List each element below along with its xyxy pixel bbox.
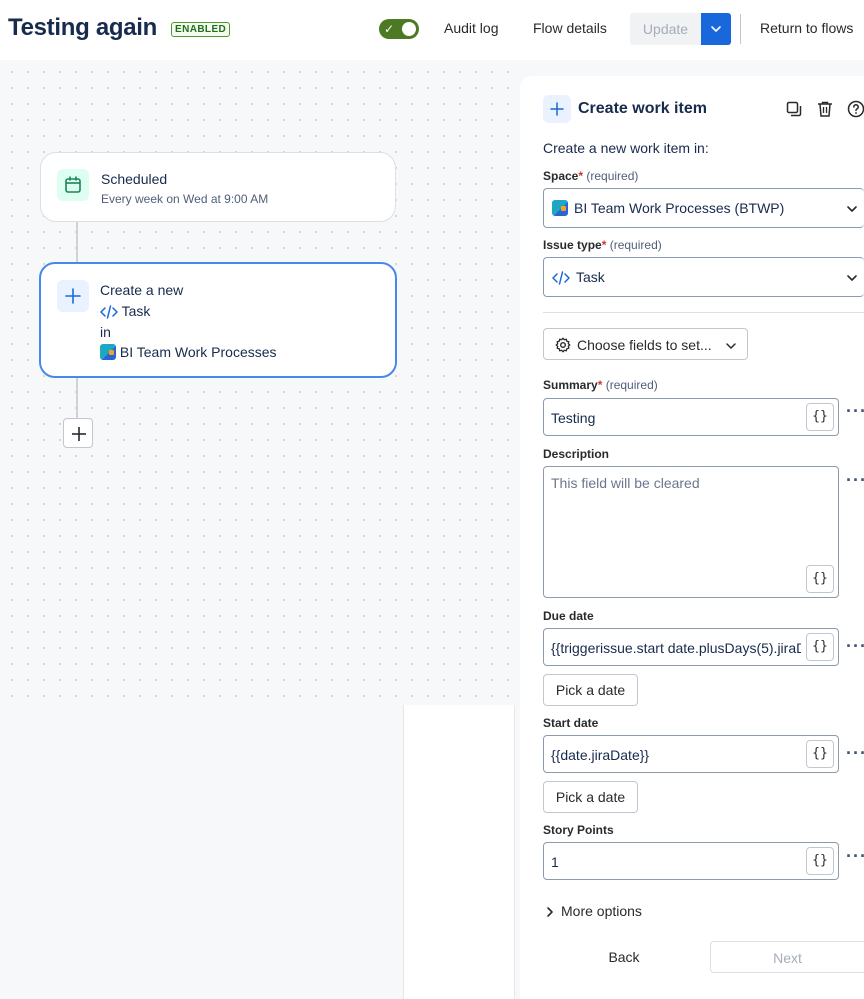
connector-line [76, 378, 78, 418]
plus-icon [57, 280, 89, 312]
smart-value-button[interactable]: {} [806, 565, 834, 593]
header-divider [740, 14, 741, 44]
space-required: (required) [586, 169, 639, 183]
issue-type-select-value: Task [552, 269, 605, 288]
duplicate-button[interactable] [785, 100, 803, 123]
smart-value-button[interactable]: {} [806, 633, 834, 661]
smart-value-button[interactable]: {} [806, 847, 834, 875]
back-button[interactable]: Back [543, 941, 705, 973]
issue-type-label: Issue type* (required) [543, 238, 662, 252]
issue-type-select[interactable]: Task [543, 257, 864, 297]
action-line-3: in [100, 324, 111, 340]
trigger-subtitle: Every week on Wed at 9:00 AM [101, 192, 269, 206]
choose-fields-label: Choose fields to set... [577, 337, 712, 353]
issue-type-select-text: Task [576, 269, 605, 285]
trigger-node-scheduled[interactable]: Scheduled Every week on Wed at 9:00 AM [40, 152, 396, 222]
summary-more-button[interactable]: ··· [846, 401, 864, 422]
toggle-knob [402, 22, 416, 36]
summary-input[interactable] [551, 408, 801, 428]
connector-line [76, 222, 78, 264]
chevron-down-icon [847, 275, 857, 281]
flow-details-link[interactable]: Flow details [533, 20, 607, 36]
calendar-icon [57, 169, 89, 201]
help-icon [847, 100, 864, 118]
start-date-field: {} [543, 735, 839, 773]
enabled-toggle[interactable]: ✓ [379, 19, 419, 39]
start-date-label: Start date [543, 716, 599, 730]
trash-icon [818, 101, 832, 117]
action-space: BI Team Work Processes [100, 344, 277, 360]
due-date-input[interactable] [551, 638, 801, 658]
smart-value-button[interactable]: {} [806, 403, 834, 431]
space-label-text: Space [543, 169, 579, 183]
due-date-more-button[interactable]: ··· [846, 636, 864, 657]
due-date-field: {} [543, 628, 839, 666]
description-input[interactable] [551, 475, 801, 555]
chevron-right-icon [547, 907, 553, 917]
more-options-toggle[interactable]: More options [545, 903, 642, 919]
page-title: Testing again [8, 14, 158, 41]
due-date-pick-button[interactable]: Pick a date [543, 674, 638, 706]
action-node-create-work-item[interactable]: Create a new Task in BI Team Work Proces… [39, 262, 397, 378]
update-options-button[interactable] [701, 13, 731, 45]
start-date-input[interactable] [551, 745, 801, 765]
action-space-label: BI Team Work Processes [119, 344, 277, 360]
story-points-label: Story Points [543, 823, 614, 837]
trigger-title: Scheduled [101, 171, 168, 187]
action-line-1: Create a new [100, 282, 184, 298]
action-issue-type-label: Task [121, 303, 151, 319]
more-options-label: More options [561, 903, 642, 919]
status-badge: ENABLED [171, 22, 231, 37]
chevron-down-icon [711, 26, 721, 32]
due-date-label: Due date [543, 609, 594, 623]
story-points-field: {} [543, 842, 839, 880]
story-points-more-button[interactable]: ··· [846, 846, 864, 867]
smart-value-button[interactable]: {} [806, 740, 834, 768]
space-select-text: BI Team Work Processes (BTWP) [574, 200, 785, 216]
description-field: {} [543, 466, 839, 598]
delete-button[interactable] [816, 100, 834, 123]
start-date-pick-button[interactable]: Pick a date [543, 781, 638, 813]
return-to-flows-link[interactable]: Return to flows [760, 20, 853, 36]
space-label: Space* (required) [543, 169, 639, 183]
gear-icon [555, 337, 571, 353]
chevron-down-icon [847, 206, 857, 212]
summary-field: {} [543, 398, 839, 436]
issue-type-label-text: Issue type [543, 238, 602, 252]
plus-icon [543, 95, 571, 123]
summary-required: (required) [605, 378, 658, 392]
space-icon [552, 200, 568, 216]
space-icon [100, 344, 116, 360]
chevron-down-icon [726, 343, 736, 349]
task-code-icon [552, 271, 570, 288]
action-issue-type: Task [100, 303, 150, 322]
panel-intro: Create a new work item in: [543, 140, 709, 156]
task-code-icon [100, 305, 118, 322]
check-icon: ✓ [384, 22, 395, 36]
choose-fields-button[interactable]: Choose fields to set... [543, 328, 748, 360]
summary-label: Summary* (required) [543, 378, 658, 392]
panel-title: Create work item [578, 100, 707, 117]
canvas-lower-area [0, 705, 403, 999]
description-label: Description [543, 447, 610, 461]
help-button[interactable] [847, 100, 864, 123]
canvas-strip [403, 705, 515, 999]
audit-log-link[interactable]: Audit log [444, 20, 498, 36]
story-points-input[interactable] [551, 852, 801, 872]
top-header: Testing again ENABLED ✓ Audit log Flow d… [0, 0, 864, 60]
update-button[interactable]: Update [630, 13, 701, 45]
space-select-value: BI Team Work Processes (BTWP) [552, 200, 784, 216]
plus-icon [72, 427, 86, 441]
space-select[interactable]: BI Team Work Processes (BTWP) [543, 188, 864, 228]
description-more-button[interactable]: ··· [846, 470, 864, 491]
add-step-button[interactable] [63, 418, 93, 448]
copy-icon [786, 101, 802, 117]
summary-label-text: Summary [543, 378, 598, 392]
next-button[interactable]: Next [710, 941, 864, 973]
issue-type-required: (required) [609, 238, 662, 252]
start-date-more-button[interactable]: ··· [846, 743, 864, 764]
panel-divider [543, 312, 864, 313]
